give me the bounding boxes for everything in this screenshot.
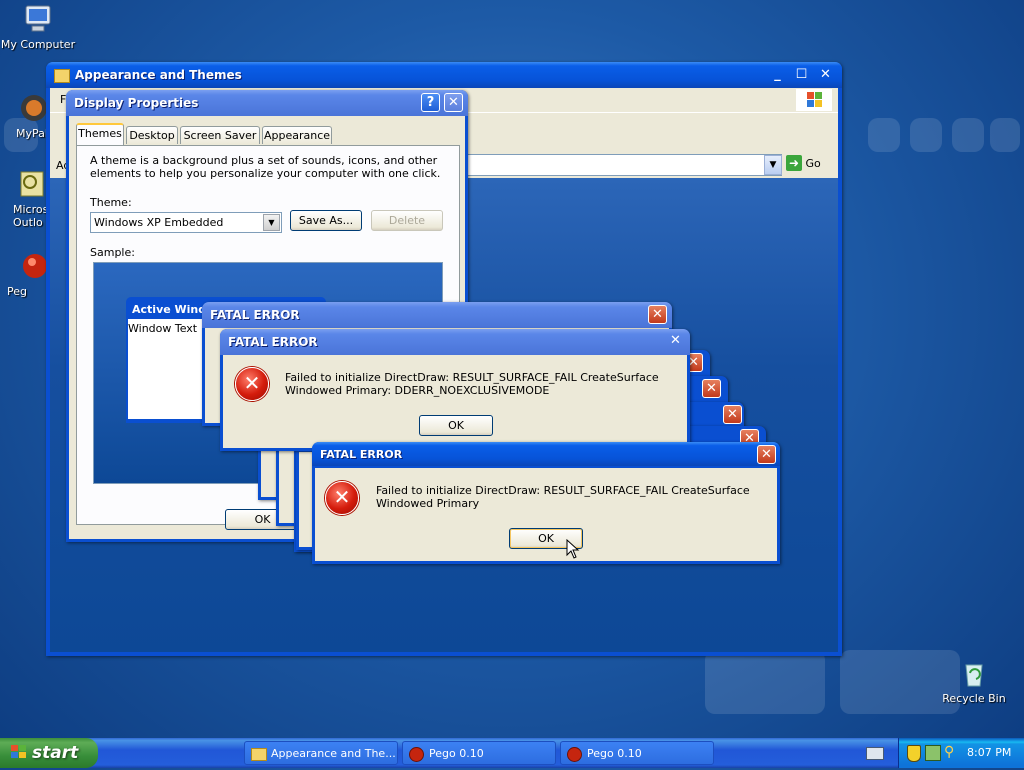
taskbar-item-label: Pego 0.10 <box>429 747 484 760</box>
delete-button[interactable]: Delete <box>371 210 443 231</box>
start-button[interactable]: start <box>0 738 98 768</box>
theme-select-value: Windows XP Embedded <box>94 216 224 229</box>
folder-icon <box>54 68 70 83</box>
recycle-bin-icon <box>958 657 990 689</box>
close-button[interactable]: ✕ <box>648 305 667 324</box>
go-arrow-icon: ➜ <box>786 155 802 171</box>
outlook-icon <box>15 168 47 200</box>
minimize-button[interactable]: _ <box>768 66 787 85</box>
folder-icon <box>251 748 267 761</box>
error-icon: ✕ <box>325 481 359 515</box>
wallpaper-tile <box>990 118 1020 152</box>
clock: 8:07 PM <box>967 746 1012 759</box>
error-message: Failed to initialize DirectDraw: RESULT_… <box>376 484 750 510</box>
windows-logo-icon <box>10 740 28 758</box>
error-dialog: FATAL ERROR ✕ ✕ Failed to initialize Dir… <box>220 329 690 451</box>
taskbar-item-label: Appearance and The... <box>271 747 396 760</box>
theme-label: Theme: <box>90 196 132 209</box>
wallpaper-tile <box>868 118 900 152</box>
search-icon[interactable]: ⚲ <box>944 744 958 760</box>
desktop-icon-my-computer[interactable]: My Computer <box>0 3 76 51</box>
pego-icon <box>409 747 424 762</box>
taskbar-item-pego-2[interactable]: Pego 0.10 <box>560 741 714 765</box>
taskbar-item-appearance[interactable]: Appearance and The... <box>244 741 398 765</box>
pego-icon <box>567 747 582 762</box>
go-button[interactable]: ➜ Go <box>786 155 830 175</box>
tab-screen-saver[interactable]: Screen Saver <box>180 126 260 144</box>
tab-desktop[interactable]: Desktop <box>126 126 178 144</box>
wallpaper-tile <box>910 118 942 152</box>
ok-button[interactable]: OK <box>419 415 493 436</box>
windows-logo-icon <box>796 89 832 111</box>
explorer-title: Appearance and Themes <box>46 62 842 88</box>
error-title: FATAL ERROR <box>220 329 690 355</box>
taskbar-item-label: Pego 0.10 <box>587 747 642 760</box>
theme-select[interactable]: Windows XP Embedded ▼ <box>90 212 282 233</box>
start-label: start <box>32 743 79 763</box>
help-button[interactable]: ? <box>421 93 440 112</box>
error-icon: ✕ <box>235 367 269 401</box>
close-button[interactable]: ✕ <box>444 93 463 112</box>
wallpaper-tile <box>952 118 984 152</box>
error-client: ✕ Failed to initialize DirectDraw: RESUL… <box>315 468 777 561</box>
chevron-down-icon: ▼ <box>263 214 280 231</box>
close-button[interactable]: ✕ <box>723 405 742 424</box>
sample-window-text: Window Text <box>128 322 198 335</box>
sample-label: Sample: <box>90 246 135 259</box>
tab-strip: Themes Desktop Screen Saver Appearance <box>76 123 456 146</box>
maximize-button[interactable]: ☐ <box>792 66 811 85</box>
wallpaper-tile <box>705 650 825 714</box>
desktop-icon-label: My Computer <box>0 38 76 51</box>
theme-description: A theme is a background plus a set of so… <box>90 154 441 180</box>
save-as-button[interactable]: Save As... <box>290 210 362 231</box>
desktop-icon-label: Recycle Bin <box>942 692 1006 705</box>
error-client: ✕ Failed to initialize DirectDraw: RESUL… <box>223 355 687 448</box>
error-title: FATAL ERROR <box>202 302 672 328</box>
close-button[interactable]: ✕ <box>666 332 685 351</box>
error-dialog-active: FATAL ERROR ✕ ✕ Failed to initialize Dir… <box>312 442 780 564</box>
mouse-cursor-icon <box>566 538 580 562</box>
close-button[interactable]: ✕ <box>702 379 721 398</box>
network-icon[interactable] <box>925 745 941 761</box>
go-label: Go <box>805 157 821 170</box>
error-title: FATAL ERROR <box>312 442 780 466</box>
tab-themes[interactable]: Themes <box>76 123 124 145</box>
keyboard-icon[interactable] <box>866 747 884 760</box>
tab-appearance[interactable]: Appearance <box>262 126 332 144</box>
computer-icon <box>22 3 54 35</box>
close-button[interactable]: ✕ <box>816 66 835 85</box>
system-tray: ⚲ 8:07 PM <box>898 738 1024 768</box>
display-properties-title: Display Properties <box>66 90 468 116</box>
taskbar: start Appearance and The... Pego 0.10 Pe… <box>0 738 1024 768</box>
desktop-icon-recycle-bin[interactable]: Recycle Bin <box>935 657 1013 705</box>
close-button[interactable]: ✕ <box>757 445 776 464</box>
error-message: Failed to initialize DirectDraw: RESULT_… <box>285 371 659 397</box>
security-shield-icon[interactable] <box>907 745 921 762</box>
address-dropdown-button[interactable]: ▼ <box>764 155 782 175</box>
taskbar-item-pego-1[interactable]: Pego 0.10 <box>402 741 556 765</box>
